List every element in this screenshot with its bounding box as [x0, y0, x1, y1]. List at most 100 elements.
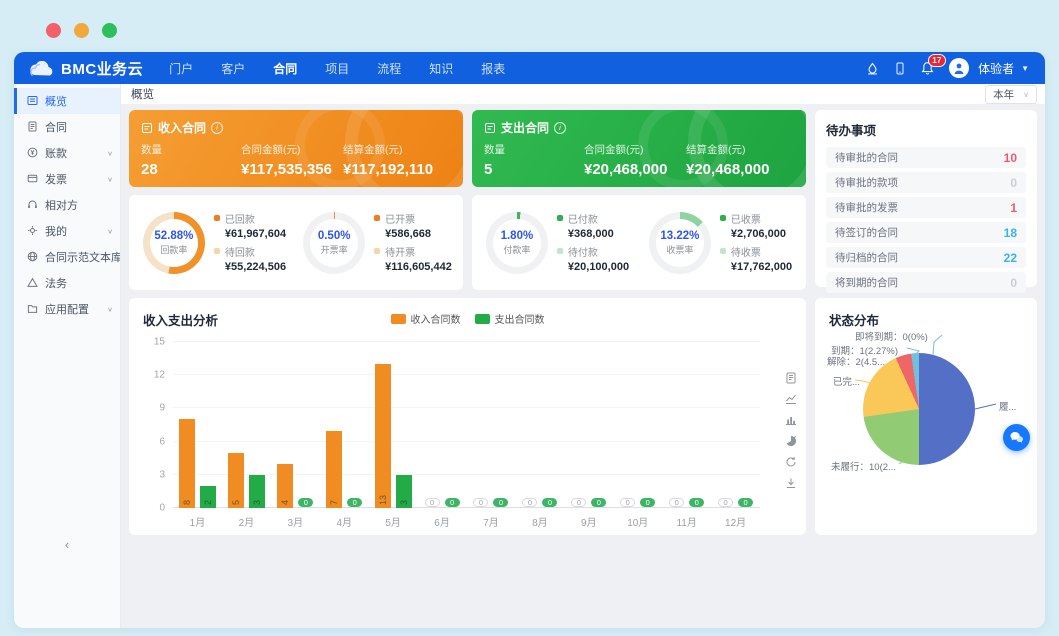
notification-badge: 17: [928, 54, 945, 67]
sidebar-item-概览[interactable]: 概览: [14, 88, 120, 114]
info-icon[interactable]: [554, 122, 566, 134]
bar-收入合同数-3月[interactable]: 4: [277, 464, 293, 508]
minimize-window-icon[interactable]: [74, 23, 89, 38]
mobile-icon[interactable]: [894, 62, 906, 75]
todo-label: 待审批的发票: [835, 200, 898, 215]
todo-row-待审批的款项[interactable]: 待审批的款项0: [826, 172, 1026, 193]
sidebar-item-合同示范文本库[interactable]: 合同示范文本库: [14, 244, 120, 270]
zero-marker-支出合同数-8月[interactable]: 0: [542, 498, 557, 507]
pie-chart-icon[interactable]: [785, 435, 797, 447]
gauge-legend: 已付款¥368,000待付款¥20,100,000: [557, 211, 629, 275]
sidebar-item-账款[interactable]: 账款: [14, 140, 120, 166]
app-title: BMC业务云: [61, 58, 143, 79]
legend-item-支出合同数[interactable]: 支出合同数: [475, 311, 545, 326]
nav-item-合同[interactable]: 合同: [273, 60, 297, 77]
bar-收入合同数-2月[interactable]: 5: [228, 453, 244, 508]
zero-marker-收入合同数-12月[interactable]: 0: [718, 498, 733, 507]
status-pie-chart[interactable]: [863, 353, 975, 465]
sidebar-item-label: 发票: [45, 171, 67, 187]
bar-支出合同数-2月[interactable]: 3: [249, 475, 265, 508]
gauge-ring: 52.88%回款率: [143, 212, 205, 274]
maximize-window-icon[interactable]: [102, 23, 117, 38]
zero-marker-支出合同数-6月[interactable]: 0: [445, 498, 460, 507]
chat-button[interactable]: [1003, 424, 1030, 451]
bar-收入合同数-4月[interactable]: 7: [326, 431, 342, 508]
zero-marker-支出合同数-12月[interactable]: 0: [738, 498, 753, 507]
legend-entry-value: ¥116,605,442: [385, 261, 452, 273]
zero-marker-收入合同数-11月[interactable]: 0: [669, 498, 684, 507]
zero-marker-支出合同数-10月[interactable]: 0: [640, 498, 655, 507]
notification-icon[interactable]: 17: [921, 61, 934, 75]
bar-支出合同数-5月[interactable]: 3: [396, 475, 412, 508]
sidebar-item-应用配置[interactable]: 应用配置: [14, 296, 120, 322]
bar-收入合同数-1月[interactable]: 8: [179, 419, 195, 508]
bar-支出合同数-1月[interactable]: 2: [200, 486, 216, 508]
zero-marker-收入合同数-10月[interactable]: 0: [620, 498, 635, 507]
zero-marker-支出合同数-11月[interactable]: 0: [689, 498, 704, 507]
gauge-label: 开票率: [321, 243, 348, 256]
breadcrumb-bar: 概览 本年: [121, 84, 1045, 104]
bar-group-10月: 00: [613, 342, 662, 508]
bar-chart-icon[interactable]: [785, 414, 797, 426]
nav-item-报表[interactable]: 报表: [481, 60, 505, 77]
bar-group-6月: 00: [418, 342, 467, 508]
todo-row-将到期的合同[interactable]: 将到期的合同0: [826, 272, 1026, 293]
zero-marker-收入合同数-7月[interactable]: 0: [473, 498, 488, 507]
line-chart-icon[interactable]: [785, 393, 797, 405]
gauge-legend: 已回款¥61,967,604待回款¥55,224,506: [214, 211, 286, 275]
todo-row-待签订的合同[interactable]: 待签订的合同18: [826, 222, 1026, 243]
sidebar-item-label: 合同示范文本库: [45, 249, 120, 265]
nav-item-门户[interactable]: 门户: [169, 60, 193, 77]
info-icon[interactable]: [211, 122, 223, 134]
expense-gauges-card: 1.80%付款率已付款¥368,000待付款¥20,100,00013.22%收…: [472, 195, 806, 290]
user-name[interactable]: 体验者: [978, 60, 1014, 77]
zero-marker-收入合同数-8月[interactable]: 0: [522, 498, 537, 507]
bar-group-11月: 00: [662, 342, 711, 508]
expense-count-label: 数量: [484, 142, 584, 157]
todo-row-待审批的发票[interactable]: 待审批的发票1: [826, 197, 1026, 218]
x-axis-tick: 3月: [271, 514, 320, 529]
nav-item-项目[interactable]: 项目: [325, 60, 349, 77]
nav-item-客户[interactable]: 客户: [221, 60, 245, 77]
zero-marker-支出合同数-9月[interactable]: 0: [591, 498, 606, 507]
data-view-icon[interactable]: [785, 372, 797, 384]
nav-item-知识[interactable]: 知识: [429, 60, 453, 77]
legend-entry-name: 已收票: [720, 211, 792, 226]
pie-chart-title: 状态分布: [829, 310, 879, 329]
sidebar-item-发票[interactable]: 发票: [14, 166, 120, 192]
zero-marker-支出合同数-3月[interactable]: 0: [298, 498, 313, 507]
refresh-icon[interactable]: [785, 456, 797, 468]
legend-item-收入合同数[interactable]: 收入合同数: [391, 311, 461, 326]
sidebar-item-合同[interactable]: 合同: [14, 114, 120, 140]
todo-count: 22: [1004, 251, 1017, 265]
expense-contract-card[interactable]: 支出合同 数量 5 合同金额(元) ¥20,468,000: [472, 110, 806, 187]
sidebar-collapse-button[interactable]: [14, 537, 120, 552]
income-count: 28: [141, 161, 241, 178]
zero-marker-支出合同数-7月[interactable]: 0: [493, 498, 508, 507]
bar-chart-plot: 0369121582534070133000000000000001月2月3月4…: [173, 342, 760, 508]
money-icon: [27, 147, 39, 159]
y-axis-tick: 15: [154, 337, 165, 348]
user-menu-caret-icon[interactable]: ▼: [1021, 64, 1029, 73]
legend-dot: [374, 248, 380, 254]
period-select[interactable]: 本年: [985, 85, 1037, 104]
todo-count: 0: [1010, 176, 1017, 190]
bar-收入合同数-5月[interactable]: 13: [375, 364, 391, 508]
user-avatar[interactable]: [949, 58, 969, 78]
theme-icon[interactable]: [866, 62, 879, 75]
nav-item-流程[interactable]: 流程: [377, 60, 401, 77]
sidebar-item-法务[interactable]: 法务: [14, 270, 120, 296]
contract-doc-icon: [484, 122, 496, 134]
sidebar-item-我的[interactable]: 我的: [14, 218, 120, 244]
download-icon[interactable]: [785, 477, 797, 489]
todo-row-待归档的合同[interactable]: 待归档的合同22: [826, 247, 1026, 268]
zero-marker-支出合同数-4月[interactable]: 0: [347, 498, 362, 507]
zero-marker-收入合同数-9月[interactable]: 0: [571, 498, 586, 507]
close-window-icon[interactable]: [46, 23, 61, 38]
gauge-开票率: 0.50%开票率已开票¥586,668待开票¥116,605,442: [296, 211, 459, 275]
income-contract-card[interactable]: 收入合同 数量 28 合同金额(元) ¥117,535,35: [129, 110, 463, 187]
chevron-down-icon: [107, 149, 113, 156]
todo-row-待审批的合同[interactable]: 待审批的合同10: [826, 147, 1026, 168]
sidebar-item-相对方[interactable]: 相对方: [14, 192, 120, 218]
zero-marker-收入合同数-6月[interactable]: 0: [425, 498, 440, 507]
